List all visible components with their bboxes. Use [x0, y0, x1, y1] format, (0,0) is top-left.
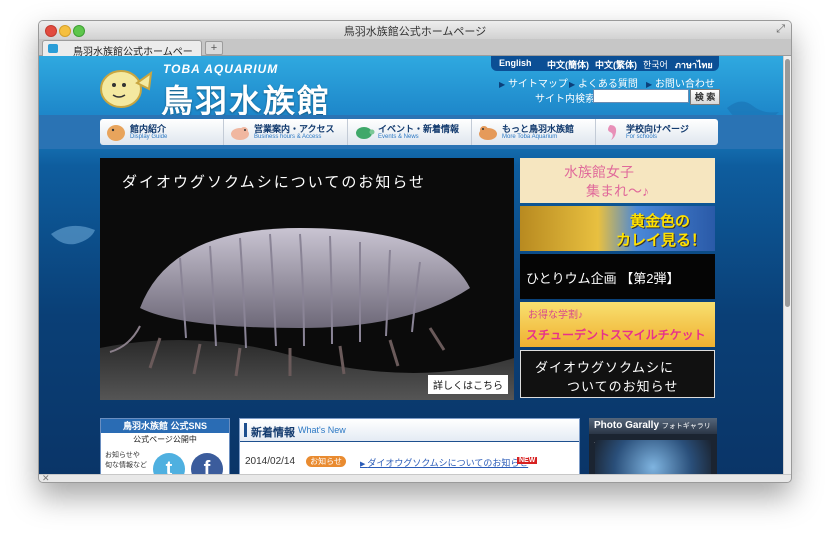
- photo-gallery: Photo Garally フォトギャラリー: [589, 418, 717, 474]
- search-label: サイト内検索: [535, 94, 595, 105]
- browser-window: 鳥羽水族館公式ホームページ ⤢ 鳥羽水族館公式ホームページ + TOBA AQU…: [38, 20, 792, 483]
- lang-chinese-traditional[interactable]: 中文(繁体): [595, 58, 637, 71]
- util-link-sitemap[interactable]: ▶ サイトマップ: [499, 75, 568, 90]
- news-header: 新着情報 What's New: [240, 419, 579, 442]
- tab-bar: 鳥羽水族館公式ホームページ +: [39, 39, 791, 73]
- gallery-photo[interactable]: [595, 440, 711, 474]
- sns-heading: 鳥羽水族館 公式SNS: [101, 419, 229, 433]
- banner-golden-flounder[interactable]: 黄金色の カレイ見る！: [520, 206, 715, 251]
- banner-student-ticket[interactable]: お得な学割♪ スチューデントスマイルチケット: [520, 302, 715, 347]
- facebook-icon[interactable]: f: [191, 453, 223, 474]
- close-icon[interactable]: ✕: [42, 473, 50, 482]
- site-header: TOBA AQUARIUM 鳥羽水族館 English 中文(簡体) 中文(繁体…: [39, 56, 783, 119]
- news-title-en: What's New: [298, 425, 346, 435]
- seahorse-icon: [608, 125, 617, 140]
- logo-subtitle[interactable]: TOBA AQUARIUM: [163, 62, 278, 76]
- language-bar: English 中文(簡体) 中文(繁体) 한국어 ภาษาไทย: [491, 56, 719, 71]
- fullscreen-icon[interactable]: ⤢: [776, 23, 785, 36]
- nav-item-for-schools[interactable]: 学校向けページ For schools: [596, 119, 719, 145]
- triangle-icon: ▶: [646, 80, 653, 89]
- seal-icon: [231, 127, 249, 140]
- nav-item-events-news[interactable]: イベント・新着情報 Events & News: [348, 119, 472, 145]
- triangle-icon: ▶: [569, 80, 576, 89]
- twitter-icon[interactable]: t: [153, 453, 185, 474]
- page-content: TOBA AQUARIUM 鳥羽水族館 English 中文(簡体) 中文(繁体…: [39, 56, 791, 474]
- triangle-icon: ▶: [499, 80, 506, 89]
- favicon-icon: [48, 44, 58, 53]
- title-bar: 鳥羽水族館公式ホームページ ⤢: [39, 21, 791, 39]
- search-input[interactable]: [593, 89, 689, 103]
- vertical-scrollbar[interactable]: [783, 56, 791, 474]
- scrollbar-thumb[interactable]: [785, 59, 790, 307]
- walrus-icon: [107, 125, 125, 141]
- banner-isopod-notice[interactable]: ダイオウグソクムシに ついてのお知らせ: [520, 350, 715, 398]
- nav-item-display-guide[interactable]: 館内紹介 Display Guide: [100, 119, 224, 145]
- main-nav: 館内紹介 Display Guide 営業案内・アクセス Business ho…: [100, 119, 718, 145]
- news-box: 新着情報 What's New 2014/02/14 お知らせ ▶ ダイオウグソ…: [239, 418, 580, 474]
- news-category-badge: お知らせ: [306, 456, 346, 467]
- logo-mascot-icon[interactable]: [97, 65, 153, 111]
- search-button[interactable]: 検 索: [690, 89, 720, 105]
- banner-hitoriumu[interactable]: ひとりウム企画 【第2弾】: [520, 254, 715, 299]
- lang-korean[interactable]: 한국어: [643, 58, 668, 71]
- tab-active[interactable]: 鳥羽水族館公式ホームページ: [42, 40, 202, 73]
- nav-item-business-hours[interactable]: 営業案内・アクセス Business hours & Access: [224, 119, 348, 145]
- hero-slide[interactable]: ダイオウグソクムシについてのお知らせ 詳しくはこちら: [100, 158, 514, 400]
- new-badge: NEW: [517, 457, 538, 464]
- news-date: 2014/02/14: [245, 456, 296, 467]
- giant-isopod-image: [100, 158, 514, 400]
- news-title: 新着情報: [251, 427, 295, 439]
- sealion-icon: [479, 126, 497, 140]
- hero-more-button[interactable]: 詳しくはこちら: [428, 375, 508, 394]
- sns-text: お知らせや 旬な情報など: [105, 452, 147, 469]
- gallery-heading: Photo Garally フォトギャラリー: [589, 418, 717, 447]
- nav-item-more-toba[interactable]: もっと鳥羽水族館 More Toba Aquarium: [472, 119, 596, 145]
- window-title: 鳥羽水族館公式ホームページ: [343, 26, 487, 38]
- new-tab-button[interactable]: +: [205, 41, 223, 55]
- lang-chinese-simplified[interactable]: 中文(簡体): [547, 58, 589, 71]
- util-link-faq[interactable]: ▶ よくある質問: [569, 75, 638, 90]
- hero-title: ダイオウグソクムシについてのお知らせ: [122, 174, 427, 191]
- sns-box: 鳥羽水族館 公式SNS 公式ページ公開中 お知らせや 旬な情報など t f: [100, 418, 230, 474]
- news-link[interactable]: ▶ ダイオウグソクムシについてのお知らせ: [360, 456, 528, 469]
- banner-aquarium-girls[interactable]: 水族館女子 集まれ〜♪: [520, 158, 715, 203]
- lang-thai[interactable]: ภาษาไทย: [675, 58, 713, 72]
- util-link-contact[interactable]: ▶ お問い合わせ: [646, 75, 715, 90]
- sns-subheading: 公式ページ公開中: [133, 435, 197, 444]
- status-bar: ✕: [39, 473, 791, 482]
- lang-english[interactable]: English: [499, 58, 532, 68]
- turtle-icon: [356, 127, 375, 139]
